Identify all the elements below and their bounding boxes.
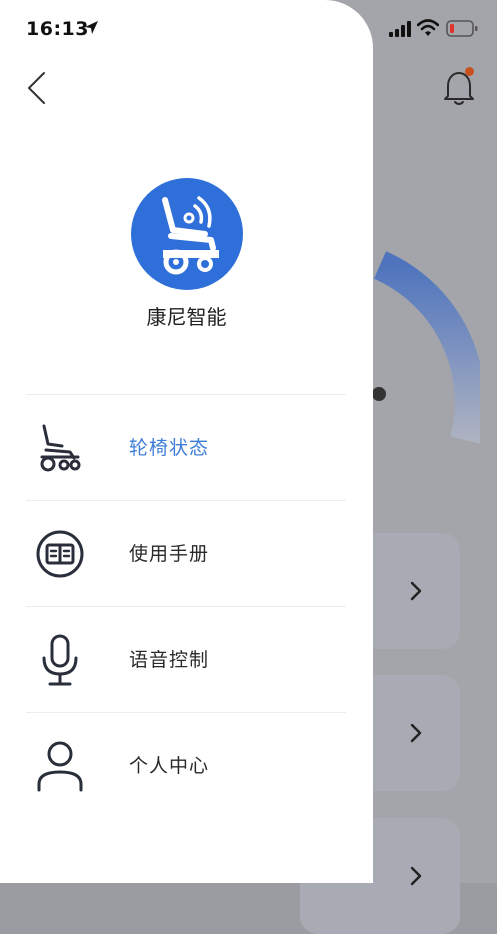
chevron-right-icon — [410, 866, 422, 886]
book-icon — [36, 530, 84, 578]
battery-low-icon — [446, 20, 478, 37]
gauge-indicator — [372, 387, 386, 401]
menu-item-label: 轮椅状态 — [129, 437, 210, 459]
menu-item-label: 使用手册 — [129, 543, 210, 565]
menu-item-personal-center[interactable]: 个人中心 — [26, 713, 346, 819]
menu-item-voice-control[interactable]: 语音控制 — [26, 607, 346, 713]
menu-item-user-manual[interactable]: 使用手册 — [26, 501, 346, 607]
menu-item-label: 语音控制 — [129, 649, 210, 671]
cellular-signal-icon — [389, 21, 411, 37]
wifi-icon — [417, 19, 439, 36]
chevron-right-icon — [410, 581, 422, 601]
status-time: 16:13 — [26, 18, 89, 40]
wheelchair-icon — [40, 424, 81, 472]
brand-name: 康尼智能 — [146, 305, 227, 329]
menu-item-wheelchair-status[interactable]: 轮椅状态 — [26, 395, 346, 501]
microphone-icon — [42, 634, 78, 686]
person-icon — [37, 741, 83, 792]
back-arrow-icon[interactable] — [24, 70, 50, 106]
app-logo — [131, 178, 243, 290]
menu-item-label: 个人中心 — [129, 755, 210, 777]
location-arrow-icon — [85, 21, 98, 34]
chevron-right-icon — [410, 723, 422, 743]
wheelchair-logo-icon — [162, 196, 219, 275]
status-bar: 16:13 — [0, 0, 497, 60]
notification-dot — [465, 67, 474, 76]
side-drawer: 康尼智能 轮椅状态 使用手册 语音控制 个人中心 — [0, 0, 373, 883]
